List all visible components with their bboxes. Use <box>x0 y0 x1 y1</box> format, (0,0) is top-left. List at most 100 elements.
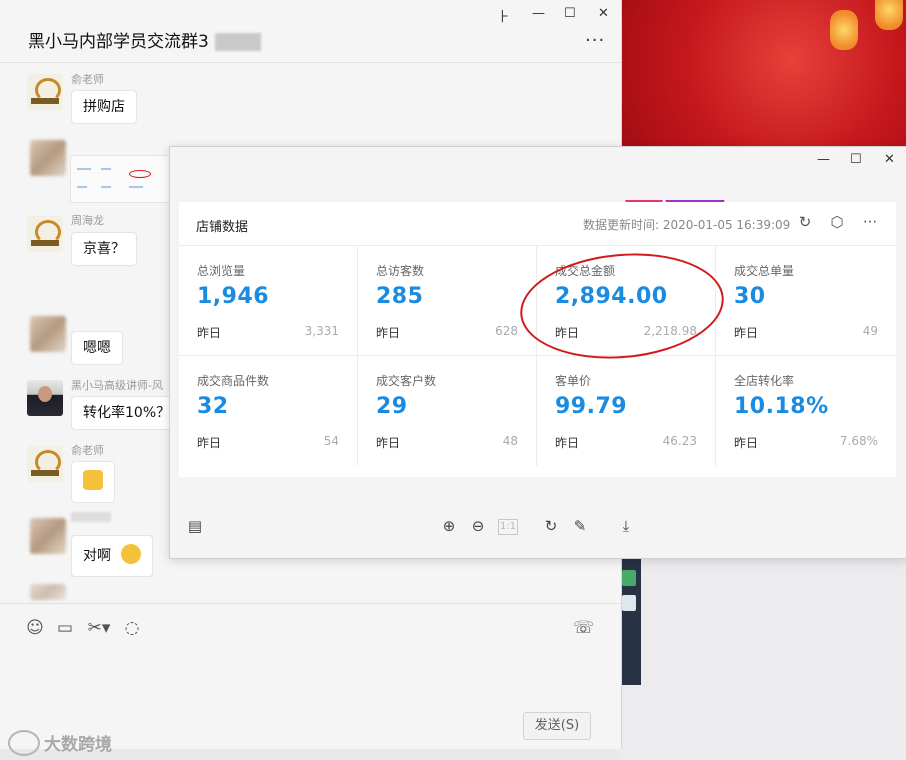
metric-card: 成交总单量 30 昨日 49 <box>716 246 896 356</box>
image-viewer-window: — ☐ ✕ 店铺数据 数据更新时间: 2020-01-05 16:39:09 ↻… <box>169 146 906 559</box>
zoom-out-icon[interactable]: ⊖ <box>469 517 487 535</box>
viewer-close-button[interactable]: ✕ <box>884 152 895 167</box>
actual-size-icon[interactable]: 1:1 <box>498 519 518 535</box>
metric-prev-value: 7.68% <box>839 434 878 448</box>
more-icon[interactable]: ··· <box>861 213 879 231</box>
settings-icon[interactable]: ⬡ <box>828 213 846 231</box>
watermark: 大数跨境 <box>8 730 112 756</box>
viewer-minimize-button[interactable]: — <box>817 152 830 167</box>
message-bubble[interactable]: 嗯嗯 <box>71 331 123 365</box>
avatar[interactable] <box>30 518 66 554</box>
background-window-strip <box>620 555 641 685</box>
metric-value: 2,894.00 <box>555 284 668 309</box>
metric-compare-label: 昨日 <box>555 326 580 340</box>
maximize-button[interactable]: ☐ <box>564 6 576 21</box>
redacted-text <box>214 33 261 51</box>
avatar[interactable] <box>27 74 63 110</box>
metric-value: 29 <box>376 394 408 419</box>
metric-value: 285 <box>376 284 424 309</box>
metric-value: 10.18% <box>734 394 829 419</box>
sender-name: 黑小马高级讲师-风 <box>71 379 163 392</box>
message-bubble[interactable]: 对啊 <box>71 535 154 577</box>
metric-label: 总浏览量 <box>197 264 246 278</box>
message-bubble[interactable]: 转化率10%？ <box>71 396 183 430</box>
watermark-logo-icon <box>8 730 40 756</box>
rotate-icon[interactable]: ↻ <box>542 517 560 535</box>
metric-card: 成交总金额 2,894.00 昨日 2,218.98 <box>537 246 716 356</box>
message-input-area[interactable]: ☺ ▭ ✂▾ ◌ ☏ 发送(S) <box>0 603 621 749</box>
metric-card: 客单价 99.79 昨日 46.23 <box>537 356 716 466</box>
viewer-maximize-button[interactable]: ☐ <box>850 152 862 167</box>
metric-label: 全店转化率 <box>734 374 795 388</box>
minimize-button[interactable]: — <box>532 6 545 21</box>
metric-label: 成交总金额 <box>555 264 616 278</box>
metric-value: 30 <box>734 284 766 309</box>
metric-card: 全店转化率 10.18% 昨日 7.68% <box>716 356 896 466</box>
refresh-icon[interactable]: ↻ <box>796 213 814 231</box>
download-icon[interactable]: ⤓ <box>617 517 635 535</box>
avatar[interactable] <box>30 316 66 352</box>
metric-compare-label: 昨日 <box>197 326 222 340</box>
chat-bubble-icon[interactable]: ◌ <box>122 618 142 638</box>
image-message-thumbnail[interactable] <box>70 155 172 203</box>
avatar[interactable] <box>27 446 63 482</box>
metric-card: 成交商品件数 32 昨日 54 <box>179 356 358 466</box>
update-time: 数据更新时间: 2020-01-05 16:39:09 <box>583 218 791 232</box>
more-options-icon[interactable]: ··· <box>585 30 605 51</box>
avatar[interactable] <box>30 584 66 600</box>
emoji-icon[interactable]: ☺ <box>25 618 45 638</box>
metric-card: 总浏览量 1,946 昨日 3,331 <box>179 246 358 356</box>
store-data-card: 店铺数据 数据更新时间: 2020-01-05 16:39:09 ↻ ⬡ ···… <box>179 202 896 477</box>
avatar[interactable] <box>27 216 63 252</box>
metric-compare-label: 昨日 <box>376 436 401 450</box>
metric-prev-value: 2,218.98 <box>643 324 697 338</box>
divider <box>0 62 621 63</box>
message-bubble[interactable]: 拼购店 <box>71 90 137 124</box>
zoom-in-icon[interactable]: ⊕ <box>440 517 458 535</box>
lantern-decoration <box>830 10 858 50</box>
laughing-emoji-icon <box>121 544 142 564</box>
avatar[interactable] <box>30 140 66 176</box>
lantern-decoration <box>875 0 903 30</box>
thumbs-up-emoji-icon <box>83 470 103 490</box>
metric-label: 客单价 <box>555 374 592 388</box>
metric-label: 总访客数 <box>376 264 425 278</box>
folder-icon[interactable]: ▭ <box>55 618 75 638</box>
metric-value: 1,946 <box>197 284 270 309</box>
avatar[interactable] <box>27 380 63 416</box>
metric-prev-value: 46.23 <box>662 434 697 448</box>
sender-name: 周海龙 <box>71 214 104 227</box>
card-title: 店铺数据 <box>196 220 249 235</box>
thumbnail-toggle-icon[interactable]: ▤ <box>186 517 204 535</box>
metric-label: 成交客户数 <box>376 374 437 388</box>
message-bubble[interactable]: 京喜？ <box>71 232 137 266</box>
redacted-sender-name <box>71 512 111 522</box>
metric-value: 32 <box>197 394 229 419</box>
scissors-icon[interactable]: ✂▾ <box>86 618 112 638</box>
close-button[interactable]: ✕ <box>598 6 609 21</box>
metric-card: 总访客数 285 昨日 628 <box>358 246 537 356</box>
background-festive-image <box>620 0 906 150</box>
sender-name: 俞老师 <box>71 444 104 457</box>
chat-title: 黑小马内部学员交流群3 <box>28 27 261 52</box>
metric-compare-label: 昨日 <box>734 326 759 340</box>
metric-prev-value: 628 <box>495 324 518 338</box>
edit-pencil-icon[interactable]: ✎ <box>571 517 589 535</box>
metric-compare-label: 昨日 <box>734 436 759 450</box>
sender-name: 俞老师 <box>71 73 104 86</box>
metric-compare-label: 昨日 <box>197 436 222 450</box>
metric-prev-value: 48 <box>502 434 518 448</box>
metric-label: 成交总单量 <box>734 264 795 278</box>
metric-prev-value: 54 <box>323 434 339 448</box>
pin-button[interactable]: ⺊ <box>497 6 510 25</box>
send-button[interactable]: 发送(S) <box>523 712 591 740</box>
metric-value: 99.79 <box>555 394 628 419</box>
video-call-icon[interactable]: ☏ <box>573 618 594 638</box>
metric-label: 成交商品件数 <box>197 374 270 388</box>
message-bubble[interactable] <box>71 461 115 503</box>
metric-card: 成交客户数 29 昨日 48 <box>358 356 537 466</box>
viewer-toolbar: ▤ ⊕ ⊖ 1:1 ↻ ✎ ⤓ <box>170 507 906 545</box>
metric-prev-value: 49 <box>862 324 878 338</box>
metric-compare-label: 昨日 <box>376 326 401 340</box>
metric-compare-label: 昨日 <box>555 436 580 450</box>
